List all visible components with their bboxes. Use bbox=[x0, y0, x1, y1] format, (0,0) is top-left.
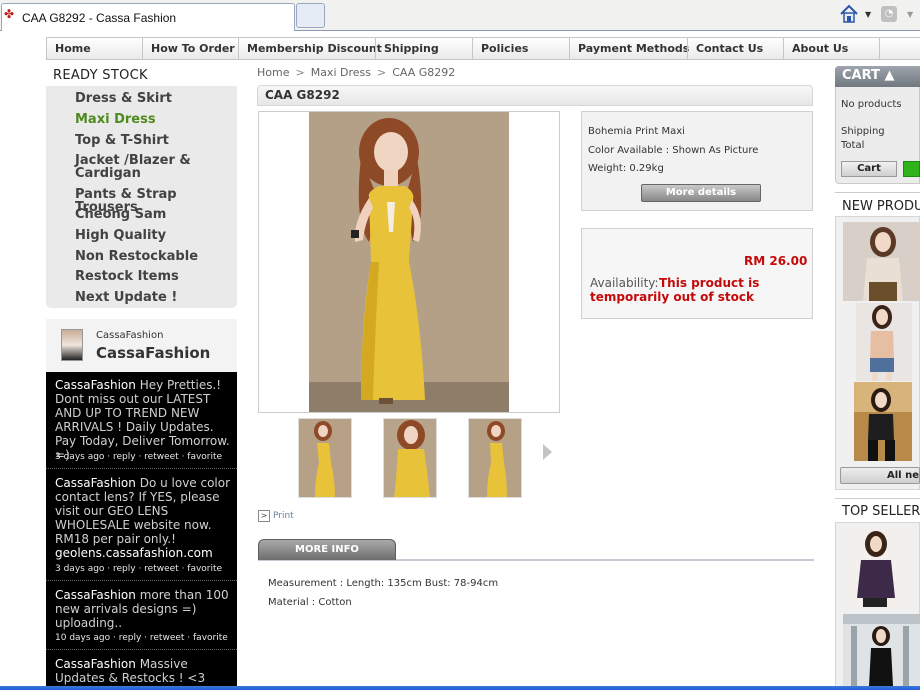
product-price: RM 26.00 bbox=[744, 254, 808, 268]
tweet-user-link[interactable]: CassaFashion bbox=[55, 657, 136, 671]
nav-contact-us[interactable]: Contact Us bbox=[687, 38, 783, 59]
product-weight: Weight: 0.29kg bbox=[588, 163, 664, 174]
os-taskbar bbox=[0, 686, 920, 690]
all-new-products-button[interactable]: All new products bbox=[840, 467, 920, 484]
category-high-quality[interactable]: High Quality bbox=[75, 229, 235, 242]
nav-about-us[interactable]: About Us bbox=[783, 38, 879, 59]
top-sellers-divider bbox=[835, 498, 920, 499]
checkout-button[interactable] bbox=[903, 161, 920, 177]
top-seller-image[interactable] bbox=[843, 528, 907, 607]
thumbnail-next-arrow-icon[interactable] bbox=[543, 444, 552, 460]
nav-home[interactable]: Home bbox=[46, 38, 142, 59]
site-favicon-icon: ✤ bbox=[4, 7, 15, 21]
product-thumbnail[interactable] bbox=[383, 418, 437, 498]
more-details-button[interactable]: More details bbox=[641, 184, 761, 202]
tweet-text: CassaFashion Do u love color contact len… bbox=[55, 476, 231, 560]
breadcrumb: Home > Maxi Dress > CAA G8292 bbox=[257, 66, 455, 79]
twitter-name[interactable]: CassaFashion bbox=[96, 344, 210, 362]
tweet-divider bbox=[46, 468, 237, 469]
product-color: Color Available : Shown As Picture bbox=[588, 145, 759, 156]
cart-header[interactable]: CART ▲ bbox=[835, 66, 920, 87]
new-tab-button[interactable] bbox=[296, 3, 325, 28]
availability-value: This product is temporarily out of stock bbox=[590, 276, 760, 304]
top-sellers-title: TOP SELLERS bbox=[842, 504, 920, 519]
collapse-arrow-icon[interactable]: ▲ bbox=[884, 68, 894, 83]
main-nav: Home How To Order Membership Discount Sh… bbox=[46, 37, 920, 60]
tweet-user-link[interactable]: CassaFashion bbox=[55, 378, 136, 392]
top-seller-image[interactable] bbox=[843, 614, 920, 686]
price-box bbox=[581, 228, 813, 319]
tweet-meta[interactable]: 10 days ago · reply · retweet · favorite bbox=[55, 633, 228, 643]
new-products-title: NEW PRODUCTS bbox=[842, 199, 920, 214]
product-thumbnail[interactable] bbox=[298, 418, 352, 498]
new-product-image[interactable] bbox=[843, 222, 920, 301]
product-main-image[interactable] bbox=[309, 112, 509, 412]
nav-how-to-order[interactable]: How To Order bbox=[142, 38, 238, 59]
category-jacket-blazer-cardigan[interactable]: Jacket /Blazer & Cardigan bbox=[75, 154, 235, 180]
cart-shipping-label: Shipping bbox=[841, 126, 885, 137]
category-maxi-dress[interactable]: Maxi Dress bbox=[75, 113, 235, 126]
breadcrumb-category[interactable]: Maxi Dress bbox=[311, 66, 371, 79]
breadcrumb-current: CAA G8292 bbox=[392, 66, 456, 79]
category-next-update[interactable]: Next Update ! bbox=[75, 291, 235, 304]
cart-empty-text: No products bbox=[841, 99, 902, 110]
browser-tab-active[interactable]: CAA G8292 - Cassa Fashion bbox=[1, 3, 295, 31]
home-icon[interactable] bbox=[838, 4, 860, 24]
tweet-text: CassaFashion more than 100 new arrivals … bbox=[55, 588, 231, 630]
product-name: Bohemia Print Maxi bbox=[588, 126, 685, 137]
category-dress-skirt[interactable]: Dress & Skirt bbox=[75, 92, 235, 105]
product-material: Material : Cotton bbox=[268, 597, 352, 608]
tab-title: CAA G8292 - Cassa Fashion bbox=[22, 11, 177, 25]
category-restock-items[interactable]: Restock Items bbox=[75, 270, 235, 283]
tweet-meta[interactable]: 3 days ago · reply · retweet · favorite bbox=[55, 452, 222, 462]
nav-end-cap bbox=[879, 38, 920, 59]
tweet-meta[interactable]: 3 days ago · reply · retweet · favorite bbox=[55, 564, 222, 574]
cart-button[interactable]: Cart bbox=[841, 161, 897, 177]
twitter-avatar[interactable] bbox=[61, 329, 83, 361]
tweet-divider bbox=[46, 649, 237, 650]
rss-icon[interactable]: ◔ bbox=[881, 6, 897, 22]
new-product-image[interactable] bbox=[856, 303, 912, 381]
category-cheong-sam[interactable]: Cheong Sam bbox=[75, 208, 235, 221]
nav-policies[interactable]: Policies bbox=[472, 38, 569, 59]
tweet-url-link[interactable]: geolens.cassafashion.com bbox=[55, 546, 213, 560]
breadcrumb-separator: > bbox=[295, 66, 305, 79]
product-title: CAA G8292 bbox=[257, 85, 813, 106]
product-thumbnail[interactable] bbox=[468, 418, 522, 498]
nav-membership-discount[interactable]: Membership Discount bbox=[238, 38, 382, 59]
tweet-divider bbox=[46, 580, 237, 581]
category-non-restockable[interactable]: Non Restockable bbox=[75, 250, 235, 263]
tab-more-info[interactable]: MORE INFO bbox=[258, 539, 396, 560]
print-icon[interactable]: > bbox=[258, 510, 270, 522]
cart-title: CART bbox=[842, 68, 880, 83]
page: CAA G8292 - Cassa Fashion ✤ ▼ ◔ ▼ Home H… bbox=[0, 0, 920, 690]
new-products-divider bbox=[835, 192, 920, 193]
nav-shipping[interactable]: Shipping bbox=[375, 38, 472, 59]
nav-payment-methods[interactable]: Payment Methods bbox=[569, 38, 689, 59]
cart-total-label: Total bbox=[841, 140, 865, 151]
rss-dropdown-icon[interactable]: ▼ bbox=[907, 10, 913, 19]
tweet-user-link[interactable]: CassaFashion bbox=[55, 588, 136, 602]
breadcrumb-separator: > bbox=[376, 66, 387, 79]
tweet-user-link[interactable]: CassaFashion bbox=[55, 476, 136, 490]
breadcrumb-home[interactable]: Home bbox=[257, 66, 289, 79]
product-measurement: Measurement : Length: 135cm Bust: 78-94c… bbox=[268, 578, 499, 589]
tweet-text: CassaFashion Massive Updates & Restocks … bbox=[55, 657, 231, 685]
home-dropdown-icon[interactable]: ▼ bbox=[865, 10, 871, 19]
print-link[interactable]: Print bbox=[273, 511, 294, 521]
new-product-image[interactable] bbox=[854, 382, 912, 461]
category-top-tshirt[interactable]: Top & T-Shirt bbox=[75, 134, 235, 147]
ready-stock-title: READY STOCK bbox=[53, 68, 148, 83]
tweet-text: CassaFashion Hey Pretties.! Dont miss ou… bbox=[55, 378, 231, 462]
twitter-handle[interactable]: CassaFashion bbox=[96, 330, 163, 341]
